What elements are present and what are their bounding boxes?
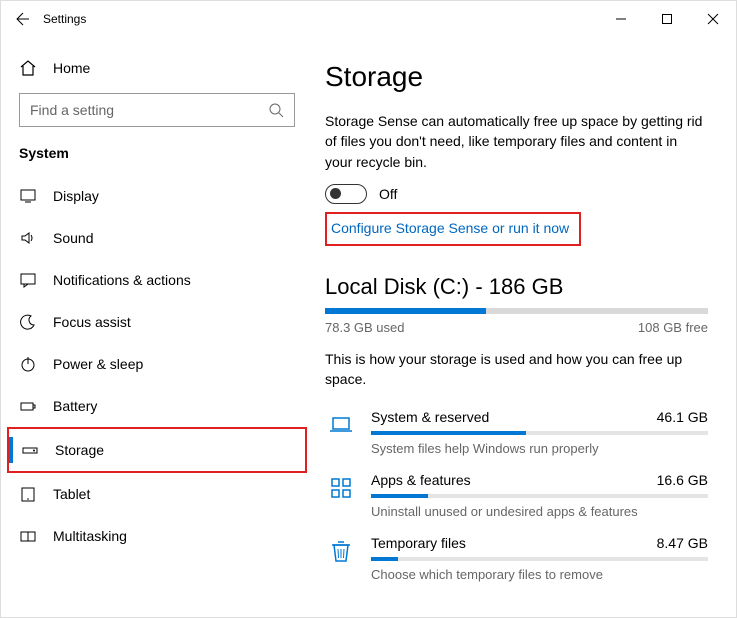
- nav-home-label: Home: [53, 60, 90, 76]
- search-input[interactable]: Find a setting: [19, 93, 295, 127]
- nav-tablet[interactable]: Tablet: [1, 473, 313, 515]
- minimize-button[interactable]: [598, 3, 644, 35]
- nav-power-sleep[interactable]: Power & sleep: [1, 343, 313, 385]
- category-system-reserved[interactable]: System & reserved 46.1 GB System files h…: [325, 403, 708, 466]
- highlight-storage: Storage: [7, 427, 307, 473]
- nav-label: Display: [53, 188, 99, 204]
- storage-sense-description: Storage Sense can automatically free up …: [325, 111, 708, 172]
- power-icon: [19, 355, 37, 373]
- nav-label: Focus assist: [53, 314, 131, 330]
- category-hint: Choose which temporary files to remove: [371, 567, 708, 582]
- storage-icon: [21, 441, 39, 459]
- category-temporary-files[interactable]: Temporary files 8.47 GB Choose which tem…: [325, 529, 708, 592]
- category-fill: [371, 494, 428, 498]
- trash-icon: [325, 535, 357, 567]
- arrow-left-icon: [15, 11, 31, 27]
- page-title: Storage: [325, 61, 708, 93]
- nav-label: Battery: [53, 398, 97, 414]
- category-size: 46.1 GB: [657, 409, 708, 425]
- nav-notifications[interactable]: Notifications & actions: [1, 259, 313, 301]
- category-hint: Uninstall unused or undesired apps & fea…: [371, 504, 708, 519]
- apps-icon: [325, 472, 357, 504]
- search-icon: [268, 102, 284, 118]
- nav-home[interactable]: Home: [1, 51, 313, 85]
- nav-label: Notifications & actions: [53, 272, 191, 288]
- nav-multitasking[interactable]: Multitasking: [1, 515, 313, 557]
- highlight-config-link: Configure Storage Sense or run it now: [325, 212, 581, 246]
- disk-free-label: 108 GB free: [638, 320, 708, 335]
- back-button[interactable]: [15, 11, 43, 27]
- nav-label: Sound: [53, 230, 93, 246]
- disk-usage-fill: [325, 308, 486, 314]
- tablet-icon: [19, 485, 37, 503]
- disk-title: Local Disk (C:) - 186 GB: [325, 274, 708, 300]
- category-size: 16.6 GB: [657, 472, 708, 488]
- category-name: Apps & features: [371, 472, 471, 488]
- display-icon: [19, 187, 37, 205]
- multitasking-icon: [19, 527, 37, 545]
- toggle-state-label: Off: [379, 186, 397, 202]
- category-name: Temporary files: [371, 535, 466, 551]
- sidebar: Home Find a setting System Display Sound…: [1, 37, 313, 617]
- home-icon: [19, 59, 37, 77]
- nav-sound[interactable]: Sound: [1, 217, 313, 259]
- category-size: 8.47 GB: [657, 535, 708, 551]
- battery-icon: [19, 397, 37, 415]
- nav-label: Multitasking: [53, 528, 127, 544]
- category-fill: [371, 557, 398, 561]
- category-name: System & reserved: [371, 409, 489, 425]
- close-icon: [707, 13, 719, 25]
- disk-used-label: 78.3 GB used: [325, 320, 405, 335]
- sound-icon: [19, 229, 37, 247]
- section-label: System: [1, 141, 313, 175]
- laptop-icon: [325, 409, 357, 441]
- nav-label: Power & sleep: [53, 356, 143, 372]
- moon-icon: [19, 313, 37, 331]
- nav-battery[interactable]: Battery: [1, 385, 313, 427]
- main-content: Storage Storage Sense can automatically …: [313, 37, 736, 617]
- usage-description: This is how your storage is used and how…: [325, 349, 708, 390]
- storage-sense-toggle[interactable]: [325, 184, 367, 204]
- nav-storage[interactable]: Storage: [9, 429, 305, 471]
- nav-label: Tablet: [53, 486, 90, 502]
- maximize-button[interactable]: [644, 3, 690, 35]
- disk-usage-bar: [325, 308, 708, 314]
- category-apps-features[interactable]: Apps & features 16.6 GB Uninstall unused…: [325, 466, 708, 529]
- maximize-icon: [661, 13, 673, 25]
- titlebar: Settings: [1, 1, 736, 37]
- nav-focus-assist[interactable]: Focus assist: [1, 301, 313, 343]
- window-title: Settings: [43, 12, 598, 26]
- close-button[interactable]: [690, 3, 736, 35]
- category-hint: System files help Windows run properly: [371, 441, 708, 456]
- search-placeholder: Find a setting: [30, 102, 114, 118]
- category-fill: [371, 431, 526, 435]
- minimize-icon: [615, 13, 627, 25]
- configure-storage-sense-link[interactable]: Configure Storage Sense or run it now: [331, 220, 569, 236]
- nav-label: Storage: [55, 442, 104, 458]
- notifications-icon: [19, 271, 37, 289]
- nav-display[interactable]: Display: [1, 175, 313, 217]
